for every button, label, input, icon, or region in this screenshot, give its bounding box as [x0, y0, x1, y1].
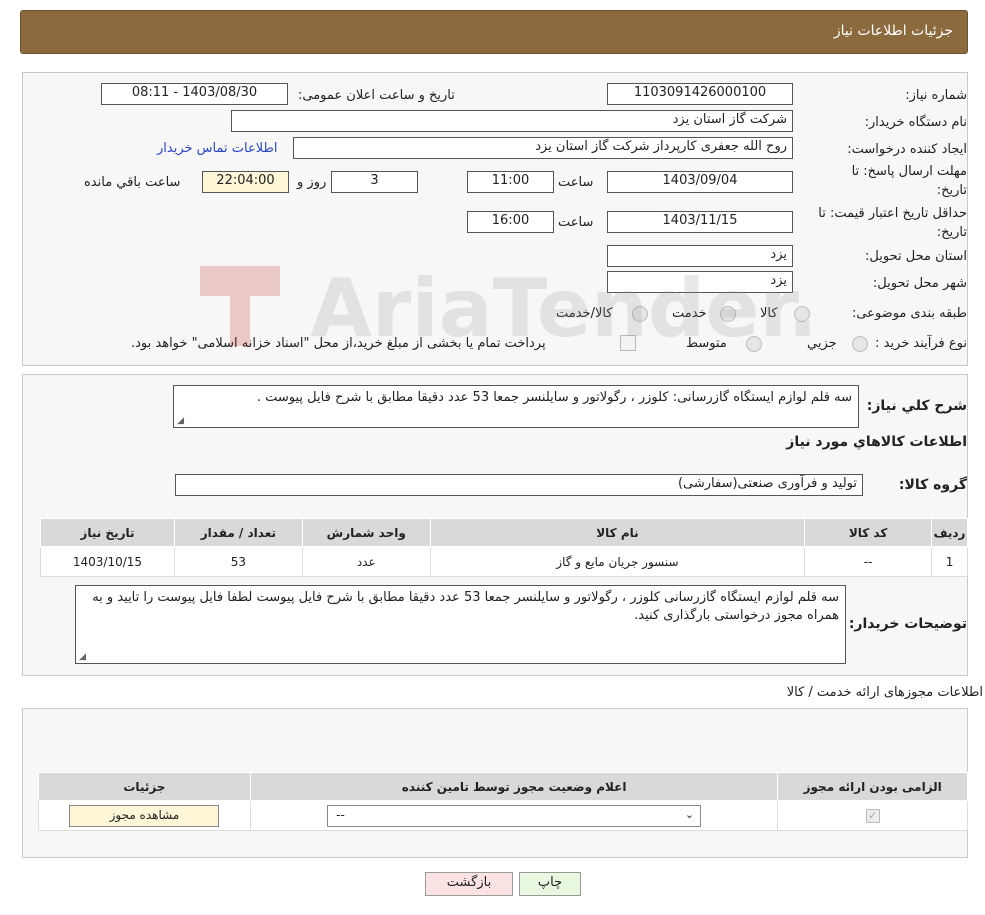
cell-unit: عدد — [301, 546, 431, 577]
process-minor-radio[interactable] — [852, 336, 868, 352]
need-number-field: 1103091426000100 — [607, 83, 793, 105]
province-field: یزد — [607, 245, 793, 267]
permit-status-value: -- — [336, 807, 345, 822]
deadline-time-label: ساعت — [558, 175, 594, 190]
category-service-radio[interactable] — [720, 306, 736, 322]
col-unit: واحد شمارش — [301, 518, 431, 547]
category-label: طبقه بندی موضوعی: — [851, 306, 967, 321]
goods-table-header: رديف کد کالا نام کالا واحد شمارش تعداد /… — [40, 518, 968, 547]
buyer-org-label: نام دستگاه خریدار: — [864, 115, 967, 130]
goods-group-field: تولید و فرآوری صنعتی(سفارشی) — [175, 474, 863, 496]
announce-datetime-field: 1403/08/30 - 08:11 — [101, 83, 288, 105]
days-remaining-field: 3 — [331, 171, 418, 193]
deadline-time-field: 11:00 — [467, 171, 554, 193]
deadline-label: مهلت ارسال پاسخ: تا — [851, 164, 967, 179]
permits-table-header: الزامی بودن ارائه مجوز اعلام وضعیت مجوز … — [38, 772, 968, 801]
validity-time-label: ساعت — [558, 215, 594, 230]
deadline-label-date: تاریخ: — [936, 183, 967, 198]
back-button[interactable]: بازگشت — [425, 872, 513, 896]
creator-field: روح الله جعفری کارپرداز شرکت گاز استان ی… — [293, 137, 793, 159]
deadline-date-field: 1403/09/04 — [607, 171, 793, 193]
need-number-label: شماره نیاز: — [905, 88, 967, 103]
category-goods-label: کالا — [760, 306, 778, 321]
payment-checkbox[interactable] — [620, 335, 636, 351]
creator-label: ایجاد کننده درخواست: — [847, 142, 967, 157]
description-label: شرح كلي نياز: — [866, 398, 967, 414]
buyer-notes-text: سه قلم لوازم ایستگاه گازرسانی کلوزر ، رگ… — [92, 590, 839, 624]
goods-table: رديف کد کالا نام کالا واحد شمارش تعداد /… — [40, 518, 968, 577]
chevron-down-icon: ⌄ — [684, 807, 695, 821]
cell-row: 1 — [931, 546, 968, 577]
category-goods-service-radio[interactable] — [632, 306, 648, 322]
process-minor-label: جزيي — [807, 336, 837, 351]
category-goods-radio[interactable] — [794, 306, 810, 322]
validity-label: حداقل تاریخ اعتبار قیمت: تا — [818, 206, 967, 221]
permits-section-title: اطلاعات مجوزهای ارائه خدمت / کالا — [786, 685, 983, 700]
city-field: یزد — [607, 271, 793, 293]
days-label: روز و — [297, 175, 327, 190]
resize-grip-icon[interactable]: ◢ — [176, 417, 184, 426]
buyer-org-field: شرکت گاز استان یزد — [231, 110, 793, 132]
process-medium-label: متوسط — [686, 336, 727, 351]
time-remaining-field: 22:04:00 — [202, 171, 289, 193]
category-service-label: خدمت — [672, 306, 707, 321]
col-permit-status: اعلام وضعیت مجوز توسط تامین کننده — [249, 772, 779, 801]
payment-note: پرداخت تمام یا بخشی از مبلغ خرید،از محل … — [131, 336, 546, 351]
time-remaining-label: ساعت باقي مانده — [84, 175, 181, 190]
goods-section-title: اطلاعات كالاهاي مورد نياز — [786, 434, 967, 450]
description-textarea[interactable]: سه قلم لوازم ایستگاه گازرسانی: کلوزر ، ر… — [173, 385, 859, 428]
validity-date-field: 1403/11/15 — [607, 211, 793, 233]
description-text: سه قلم لوازم ایستگاه گازرسانی: کلوزر ، ر… — [256, 390, 852, 405]
table-row: ✓ -- ⌄ مشاهده مجوز — [38, 800, 968, 831]
col-need-date: تاریخ نیاز — [40, 518, 175, 547]
province-label: استان محل تحویل: — [865, 249, 967, 264]
col-quantity: تعداد / مقدار — [173, 518, 303, 547]
view-permit-button[interactable]: مشاهده مجوز — [69, 804, 220, 827]
col-row: رديف — [931, 518, 968, 547]
city-label: شهر محل تحویل: — [872, 276, 967, 291]
col-goods-name: نام کالا — [429, 518, 806, 547]
goods-group-label: گروه کالا: — [898, 477, 967, 493]
resize-grip-icon[interactable]: ◢ — [78, 653, 86, 662]
col-permit-details: جزئیات — [38, 772, 251, 801]
buyer-notes-textarea[interactable]: سه قلم لوازم ایستگاه گازرسانی کلوزر ، رگ… — [75, 585, 846, 664]
process-label: نوع فرآیند خرید : — [875, 336, 967, 351]
validity-label-date: تاریخ: — [936, 225, 967, 240]
cell-permit-status: -- ⌄ — [249, 800, 779, 831]
col-goods-code: کد کالا — [804, 518, 933, 547]
permits-table: الزامی بودن ارائه مجوز اعلام وضعیت مجوز … — [38, 772, 968, 831]
buyer-notes-label: توضیحات خریدار: — [848, 616, 967, 632]
required-checkbox-icon: ✓ — [865, 809, 880, 823]
category-goods-service-label: کالا/خدمت — [556, 306, 613, 321]
validity-time-field: 16:00 — [467, 211, 554, 233]
print-button[interactable]: چاپ — [519, 872, 581, 896]
col-permit-required: الزامی بودن ارائه مجوز — [777, 772, 968, 801]
announce-label: تاریخ و ساعت اعلان عمومی: — [298, 88, 455, 103]
table-row: 1 -- سنسور جریان مایع و گاز عدد 53 1403/… — [40, 546, 968, 577]
process-medium-radio[interactable] — [746, 336, 762, 352]
page-title: جزئیات اطلاعات نیاز — [833, 23, 953, 39]
cell-permit-required: ✓ — [777, 800, 968, 831]
cell-goods-code: -- — [804, 546, 933, 577]
cell-permit-details: مشاهده مجوز — [38, 800, 251, 831]
cell-goods-name: سنسور جریان مایع و گاز — [429, 546, 806, 577]
cell-need-date: 1403/10/15 — [40, 546, 175, 577]
buyer-contact-link[interactable]: اطلاعات تماس خریدار — [157, 141, 277, 156]
page-header: جزئیات اطلاعات نیاز — [20, 10, 968, 54]
permit-status-select[interactable]: -- ⌄ — [327, 804, 702, 827]
cell-quantity: 53 — [173, 546, 303, 577]
